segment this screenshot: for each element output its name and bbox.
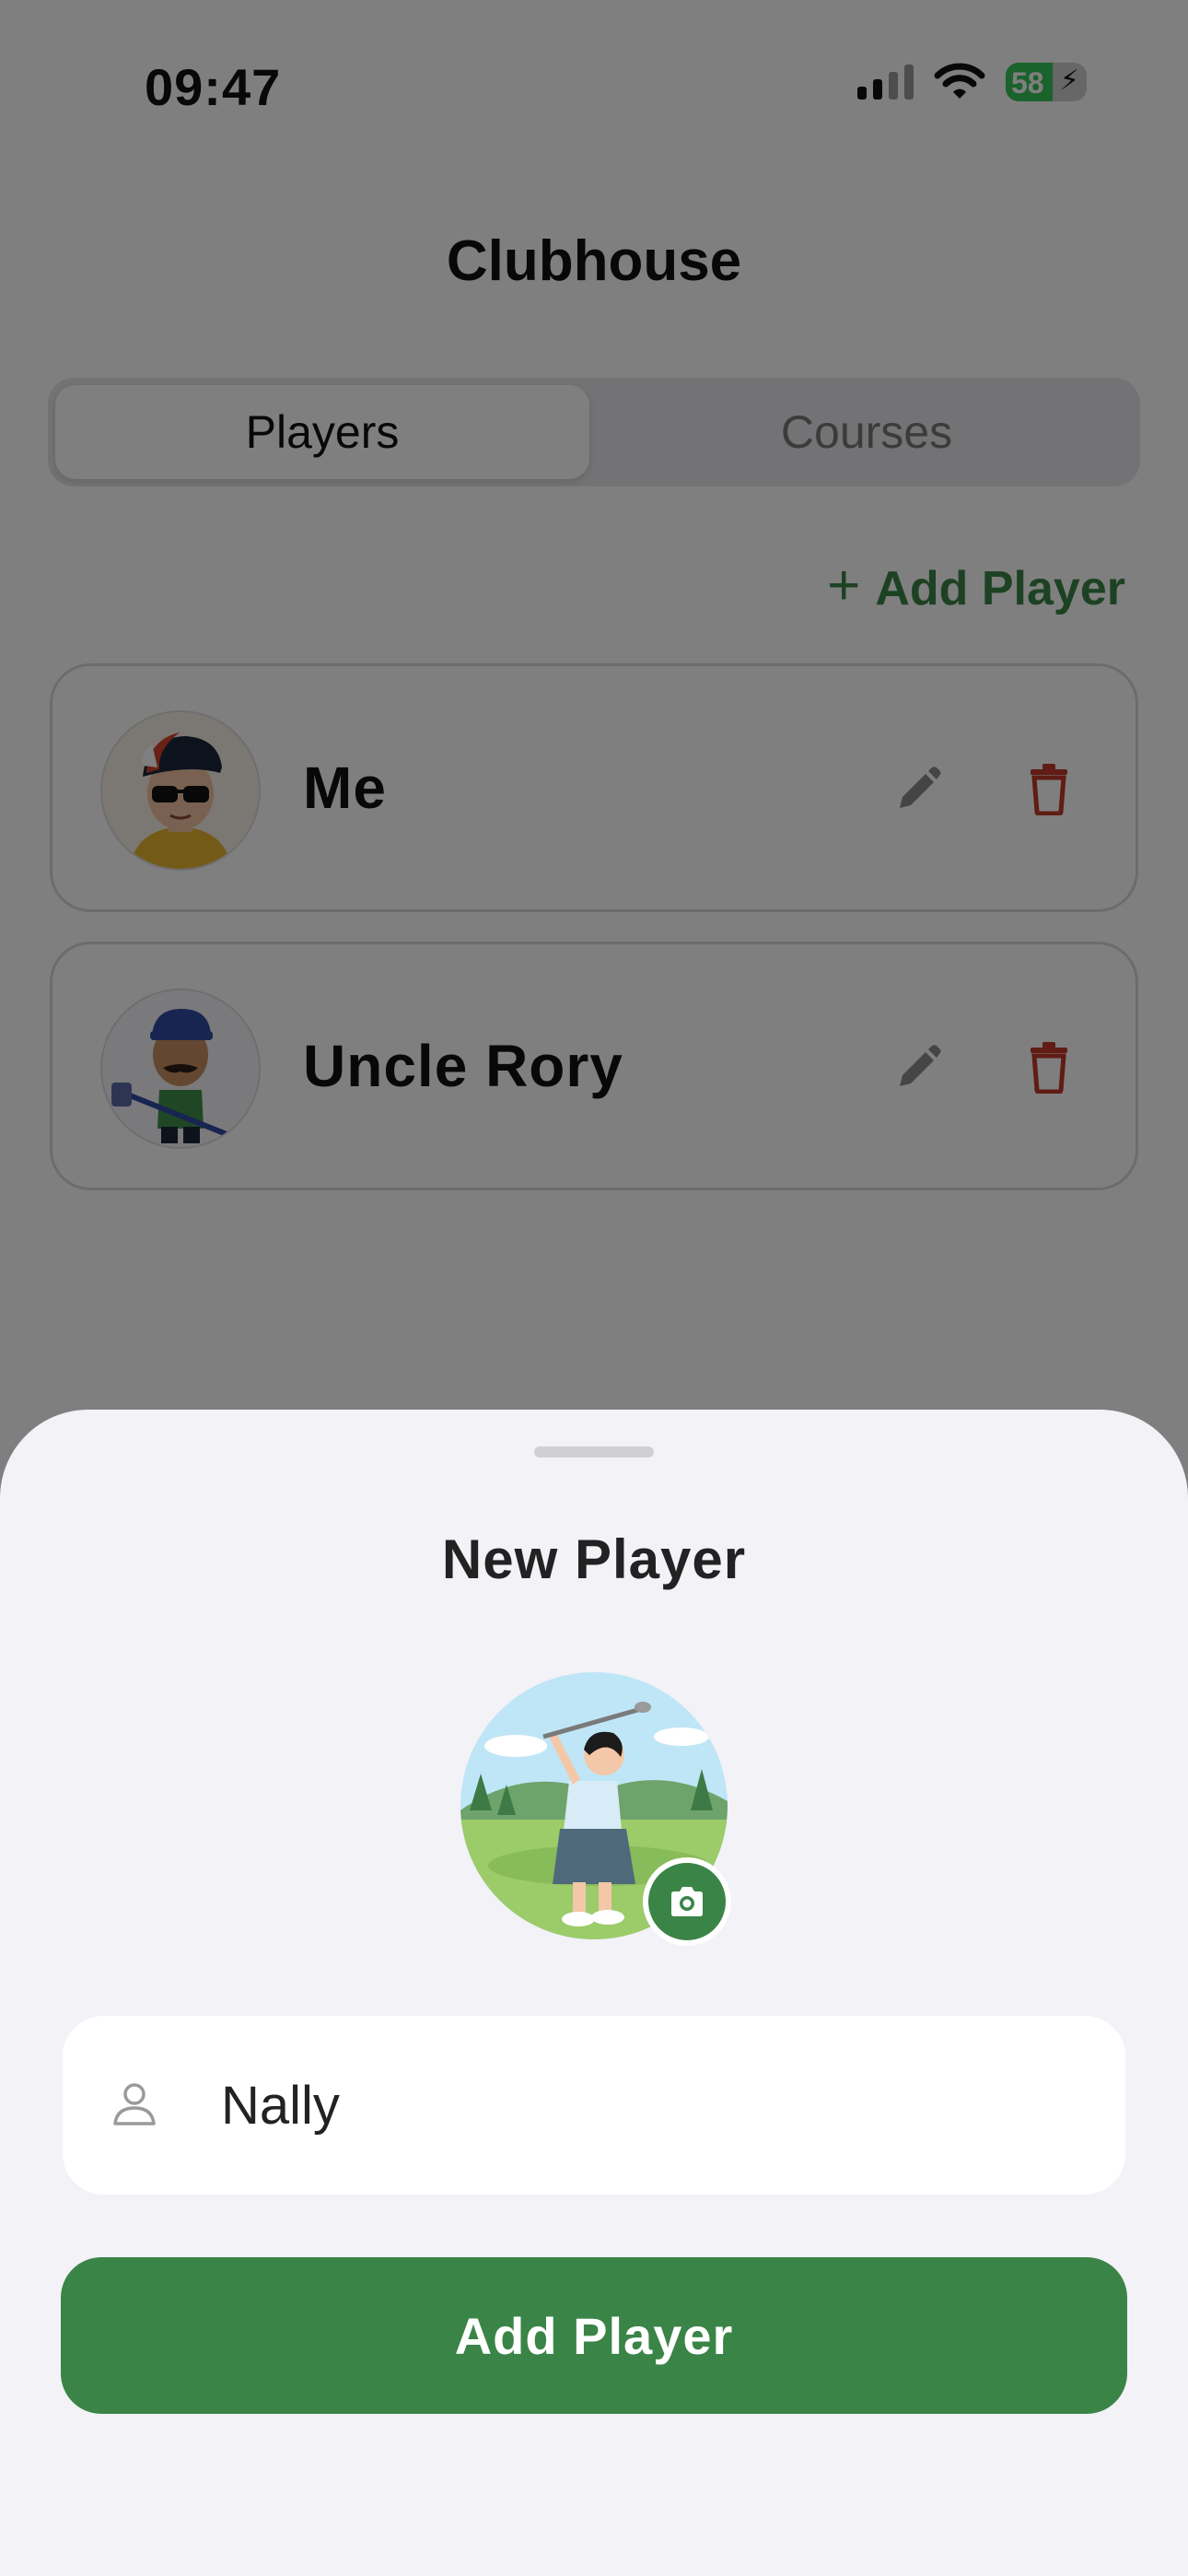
camera-icon bbox=[671, 1887, 703, 1916]
change-photo-button[interactable] bbox=[643, 1857, 731, 1946]
add-player-button[interactable]: Add Player bbox=[61, 2257, 1127, 2414]
player-name-field[interactable] bbox=[63, 2016, 1125, 2195]
person-icon bbox=[113, 2083, 156, 2125]
new-player-sheet: New Player Nally Add Player bbox=[0, 1410, 1188, 2576]
sheet-title: New Player bbox=[441, 1528, 747, 1590]
sheet-grabber[interactable] bbox=[534, 1446, 654, 1458]
player-name-input[interactable] bbox=[221, 2016, 1087, 2195]
